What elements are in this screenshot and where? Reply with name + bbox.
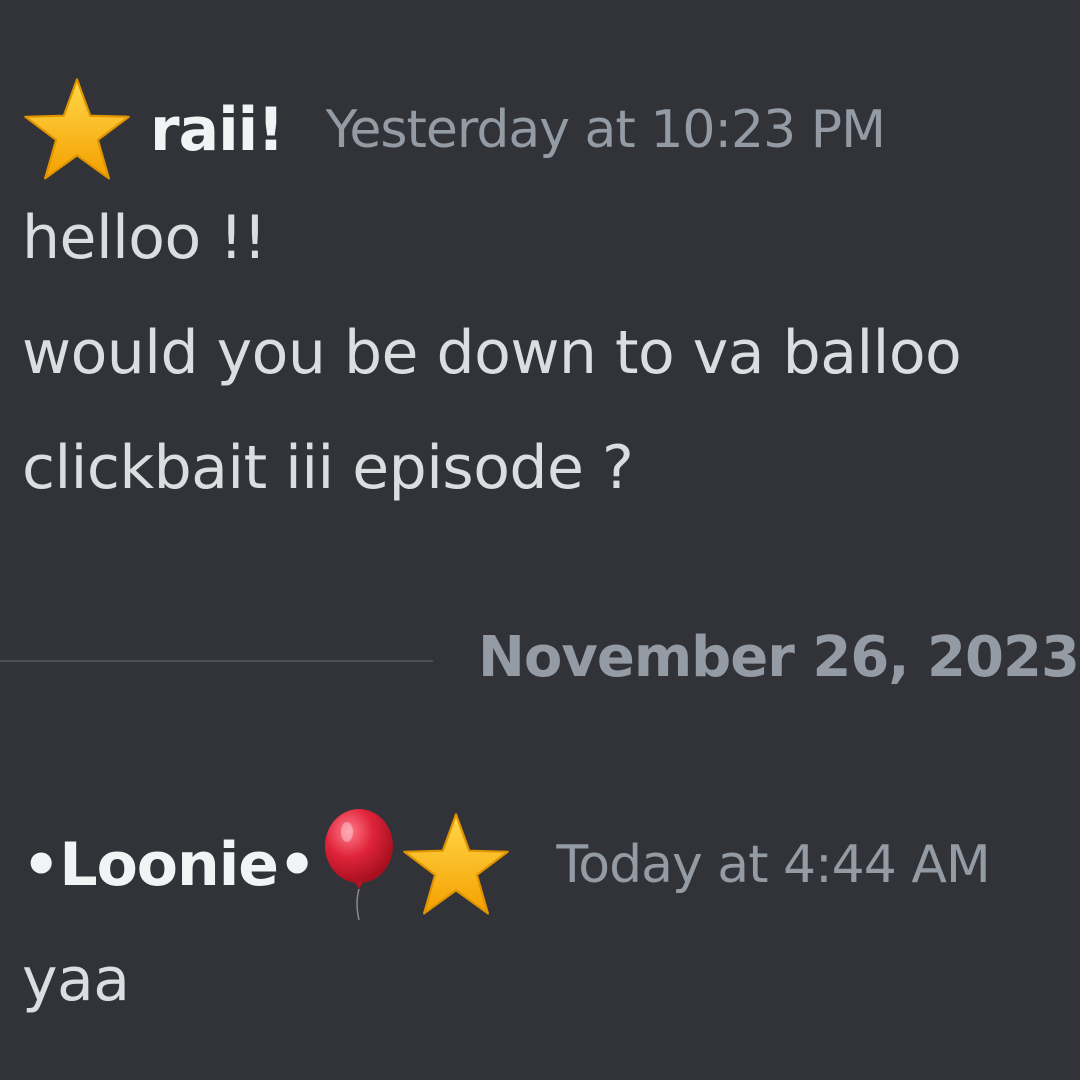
star-icon [401, 810, 511, 920]
message-timestamp[interactable]: Yesterday at 10:23 PM [326, 100, 886, 160]
star-icon [22, 75, 132, 185]
divider-line [0, 660, 433, 662]
message-line: would you be down to va balloo [22, 318, 962, 388]
username[interactable]: raii! [150, 95, 285, 165]
message-header: raii! Yesterday at 10:23 PM [22, 60, 886, 200]
message-line: helloo !! [22, 203, 267, 273]
message-timestamp[interactable]: Today at 4:44 AM [556, 835, 990, 895]
message-line: yaa [22, 945, 130, 1015]
message-line: clickbait iii episode ? [22, 433, 634, 503]
date-divider: November 26, 2023 [0, 625, 1080, 695]
balloon-icon [319, 808, 399, 923]
message-header: •Loonie• Today at 4:44 AM [22, 800, 991, 930]
divider-date: November 26, 2023 [478, 625, 1080, 690]
username[interactable]: •Loonie• [22, 830, 316, 900]
